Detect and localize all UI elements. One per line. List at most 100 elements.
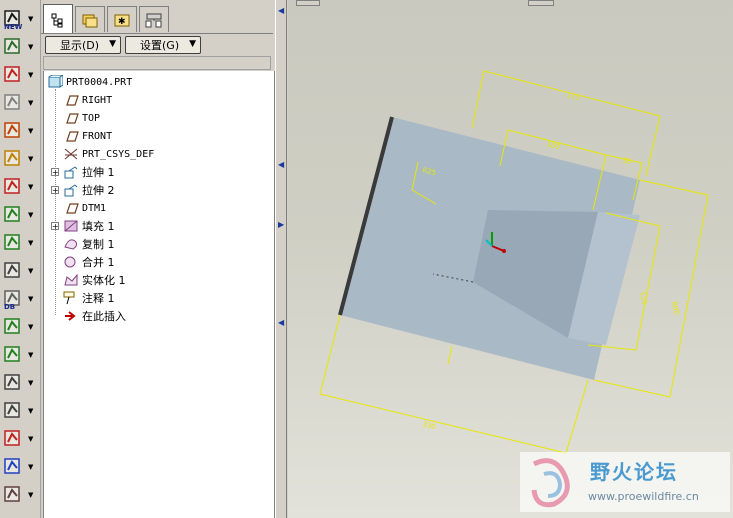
- chevron-down-icon[interactable]: ▼: [28, 211, 33, 219]
- dim-height-outer[interactable]: 600: [670, 301, 681, 316]
- tree-item[interactable]: TOP: [63, 109, 100, 127]
- bars-icon: [4, 374, 20, 390]
- dim-top-width[interactable]: 173: [566, 91, 581, 102]
- chevron-right-icon: ◀: [278, 6, 285, 15]
- tree-tab[interactable]: [43, 4, 73, 34]
- chevron-down-icon[interactable]: ▼: [28, 463, 33, 471]
- tree-root[interactable]: PRT0004.PRT: [47, 73, 132, 91]
- chevron-down-icon: ▼: [189, 39, 196, 49]
- chevron-down-icon[interactable]: ▼: [28, 155, 33, 163]
- watermark-title: 野火论坛: [590, 460, 678, 484]
- tree-item[interactable]: 在此插入: [63, 307, 126, 325]
- toolbar-button-18[interactable]: ▼: [2, 482, 38, 508]
- tree-item-label: 注释 1: [82, 292, 115, 305]
- part-icon: [48, 75, 63, 88]
- toolbar-button-15[interactable]: ▼: [2, 398, 38, 424]
- csys-origin-marker: [502, 249, 506, 253]
- merge-icon: [64, 256, 76, 268]
- tree-item[interactable]: 填充 1: [63, 217, 115, 235]
- tree-expander[interactable]: +: [51, 222, 59, 231]
- dim-height-inner[interactable]: 125: [638, 291, 649, 306]
- tree-item[interactable]: 拉伸 1: [63, 163, 115, 181]
- panel-splitter[interactable]: ◀ ◀ ▶ ◀: [275, 0, 287, 518]
- connections-tab[interactable]: [139, 6, 169, 32]
- tree-item-label: 拉伸 2: [82, 184, 115, 197]
- tree-connector: [55, 89, 56, 315]
- graphics-window[interactable]: 173 100 30 R25 600 125 330: [288, 0, 733, 518]
- toolbar-button-5[interactable]: ▼: [2, 118, 38, 144]
- tree-item-label: 拉伸 1: [82, 166, 115, 179]
- chevron-down-icon[interactable]: ▼: [28, 267, 33, 275]
- tree-item[interactable]: 实体化 1: [63, 271, 126, 289]
- pen-icon: [4, 178, 20, 194]
- chevron-down-icon[interactable]: ▼: [28, 43, 33, 51]
- chevron-down-icon[interactable]: ▼: [28, 127, 33, 135]
- pipe-icon: [4, 234, 20, 250]
- watermark-url: www.proewildfire.cn: [588, 490, 699, 503]
- tree-item-label: 合并 1: [82, 256, 115, 269]
- chevron-down-icon[interactable]: ▼: [28, 99, 33, 107]
- toolbar-button-4[interactable]: ▼: [2, 90, 38, 116]
- tree-item[interactable]: 合并 1: [63, 253, 115, 271]
- tree-item[interactable]: 复制 1: [63, 235, 115, 253]
- show-button-label: 显示(D): [60, 39, 100, 52]
- toolbar-button-10[interactable]: ▼: [2, 258, 38, 284]
- toolbar-button-9[interactable]: ▼: [2, 230, 38, 256]
- datum-plane-icon: [66, 203, 79, 214]
- toolbar-button-16[interactable]: ▼: [2, 426, 38, 452]
- chevron-down-icon: ▼: [109, 39, 116, 49]
- favorites-tab[interactable]: ✱: [107, 6, 137, 32]
- datum-plane-icon: [66, 113, 79, 124]
- tree-item[interactable]: 注释 1: [63, 289, 115, 307]
- view-tab-right[interactable]: [528, 0, 554, 6]
- tree-root-label: PRT0004.PRT: [66, 76, 133, 88]
- chevron-down-icon[interactable]: ▼: [28, 351, 33, 359]
- forum-watermark: 野火论坛 www.proewildfire.cn: [520, 452, 730, 512]
- chevron-down-icon[interactable]: ▼: [28, 379, 33, 387]
- toolbar-button-17[interactable]: ▼: [2, 454, 38, 480]
- show-dropdown-button[interactable]: 显示(D) ▼: [45, 36, 121, 54]
- chevron-down-icon[interactable]: ▼: [28, 239, 33, 247]
- toolbar-button-1[interactable]: NEW ▼: [2, 6, 38, 32]
- network-icon: [145, 13, 162, 27]
- tree-item[interactable]: RIGHT: [63, 91, 112, 109]
- chevron-down-icon[interactable]: ▼: [28, 407, 33, 415]
- tree-expander[interactable]: +: [51, 168, 59, 177]
- tree-item[interactable]: PRT_CSYS_DEF: [63, 145, 154, 163]
- toolbar-button-2[interactable]: ▼: [2, 34, 38, 60]
- folder-tab[interactable]: [75, 6, 105, 32]
- view-tab-left[interactable]: [296, 0, 320, 6]
- tree-column-header[interactable]: [43, 56, 271, 70]
- new-feature-icon: NEW: [4, 10, 23, 30]
- toolbar-button-12[interactable]: ▼: [2, 314, 38, 340]
- chevron-down-icon[interactable]: ▼: [28, 435, 33, 443]
- chevron-down-icon[interactable]: ▼: [28, 71, 33, 79]
- dim-offset[interactable]: 30: [622, 156, 633, 166]
- settings-dropdown-button[interactable]: 设置(G) ▼: [125, 36, 201, 54]
- toolbar-button-6[interactable]: ▼: [2, 146, 38, 172]
- toolbar-button-11[interactable]: DB ▼: [2, 286, 38, 312]
- toolbar-button-7[interactable]: ▼: [2, 174, 38, 200]
- chip-icon: [4, 458, 20, 474]
- toolbar-button-8[interactable]: ▼: [2, 202, 38, 228]
- tree-item[interactable]: 拉伸 2: [63, 181, 115, 199]
- grid-icon: [4, 262, 20, 278]
- array-icon: [4, 486, 20, 502]
- tree-item-label: RIGHT: [82, 94, 113, 106]
- tree-item[interactable]: DTM1: [63, 199, 106, 217]
- toolbar-button-14[interactable]: ▼: [2, 370, 38, 396]
- toolbar-button-3[interactable]: ▼: [2, 62, 38, 88]
- chevron-down-icon[interactable]: ▼: [28, 491, 33, 499]
- tree-item[interactable]: FRONT: [63, 127, 112, 145]
- tree-item-label: FRONT: [82, 130, 113, 142]
- model-canvas[interactable]: 173 100 30 R25 600 125 330: [288, 0, 733, 518]
- svg-text:✱: ✱: [118, 17, 126, 27]
- toolbar-button-13[interactable]: ▼: [2, 342, 38, 368]
- dim-inner-width[interactable]: 100: [546, 140, 561, 151]
- tree-expander[interactable]: +: [51, 186, 59, 195]
- tree-icon: [51, 13, 63, 27]
- chevron-down-icon[interactable]: ▼: [28, 183, 33, 191]
- chevron-down-icon[interactable]: ▼: [28, 295, 33, 303]
- chevron-down-icon[interactable]: ▼: [28, 15, 33, 23]
- chevron-down-icon[interactable]: ▼: [28, 323, 33, 331]
